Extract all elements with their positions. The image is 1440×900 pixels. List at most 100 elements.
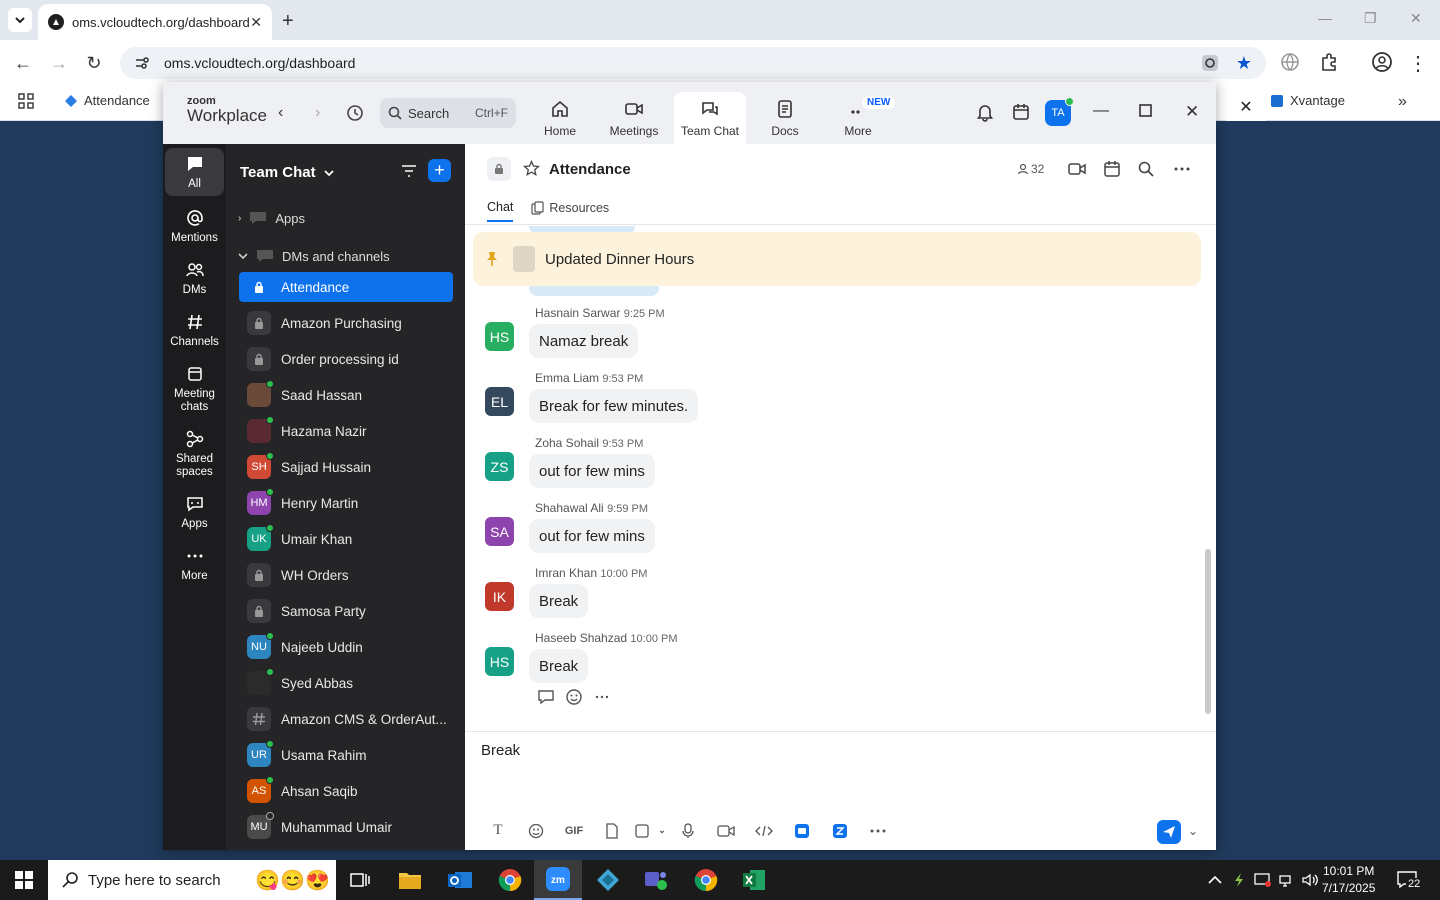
nav-meetings[interactable]: Meetings <box>598 92 670 144</box>
back-arrow-icon[interactable]: ‹ <box>278 104 283 122</box>
gif-button[interactable]: GIF <box>555 825 593 837</box>
lens-icon[interactable] <box>1200 53 1220 73</box>
screenshot-icon[interactable]: ⌄ <box>631 823 669 839</box>
star-icon[interactable] <box>523 160 540 177</box>
chat-list-item[interactable]: Samosa Party <box>239 596 453 626</box>
chat-list-item[interactable]: UR Usama Rahim <box>239 740 453 770</box>
rail-apps[interactable]: Apps <box>165 488 224 531</box>
calendar-icon[interactable] <box>1011 102 1031 122</box>
member-count[interactable]: 32 <box>1017 162 1044 176</box>
message-scrollbar[interactable] <box>1205 549 1211 714</box>
more-options-icon[interactable] <box>1173 160 1191 178</box>
excel-icon[interactable] <box>730 860 778 900</box>
extensions-icon[interactable] <box>1318 51 1340 73</box>
sender-avatar[interactable]: EL <box>485 387 514 416</box>
chat-list-item[interactable]: SH Sajjad Hussain <box>239 452 453 482</box>
chat-list-item[interactable]: WH Orders <box>239 560 453 590</box>
zoom-search-input[interactable]: Search Ctrl+F <box>380 98 516 128</box>
forward-button[interactable]: → <box>48 52 70 74</box>
chrome-icon[interactable] <box>486 860 534 900</box>
chat-list-item[interactable]: Saad Hassan <box>239 380 453 410</box>
emoji-reaction-icon[interactable] <box>565 688 583 706</box>
teams-icon[interactable] <box>632 860 680 900</box>
chat-list-item[interactable]: Syed Abbas <box>239 668 453 698</box>
close-tab-icon[interactable]: ✕ <box>250 14 262 31</box>
new-chat-button[interactable]: + <box>428 159 451 182</box>
rail-all[interactable]: All <box>165 148 224 196</box>
rail-meeting-chats[interactable]: Meeting chats <box>165 358 224 414</box>
nav-docs[interactable]: Docs <box>749 92 821 144</box>
sender-avatar[interactable]: HS <box>485 647 514 676</box>
browser-tab[interactable]: oms.vcloudtech.org/dashboard ✕ <box>38 4 272 40</box>
chat-list-item[interactable]: AS Ahsan Saqib <box>239 776 453 806</box>
task-view-icon[interactable] <box>336 860 384 900</box>
taskbar-search-input[interactable]: Type here to search 😋😊😍 <box>48 860 336 900</box>
search-icon[interactable] <box>1137 160 1155 178</box>
calendar-icon[interactable] <box>1103 160 1121 178</box>
chat-list-item[interactable]: HM Henry Martin <box>239 488 453 518</box>
filter-icon[interactable] <box>400 162 418 180</box>
more-tools-icon[interactable] <box>859 828 897 834</box>
send-button[interactable] <box>1157 820 1181 844</box>
message-bubble[interactable]: out for few mins <box>529 519 655 553</box>
app-integration-icon[interactable] <box>783 823 821 839</box>
chat-list-item[interactable]: Attendance <box>239 272 453 302</box>
address-bar[interactable]: oms.vcloudtech.org/dashboard ★ <box>120 47 1266 79</box>
apps-group-header[interactable]: › Apps <box>238 210 305 226</box>
chat-list-item[interactable]: NU Najeeb Uddin <box>239 632 453 662</box>
chat-list-item[interactable]: Hazama Nazir <box>239 416 453 446</box>
pinned-message[interactable]: Updated Dinner Hours <box>473 232 1201 286</box>
video-call-icon[interactable] <box>1068 160 1086 178</box>
minimize-window-button[interactable]: — <box>1318 10 1332 26</box>
nav-team-chat[interactable]: Team Chat <box>674 92 746 144</box>
translate-icon[interactable] <box>1279 51 1301 73</box>
tab-search-button[interactable] <box>8 8 32 32</box>
message-bubble[interactable]: Break <box>529 649 589 683</box>
tray-chevron-icon[interactable] <box>1208 860 1222 900</box>
popup-close-icon[interactable]: ✕ <box>1226 93 1266 121</box>
code-snippet-icon[interactable] <box>745 824 783 838</box>
format-text-icon[interactable]: T <box>479 822 517 839</box>
nav-home[interactable]: Home <box>524 92 596 144</box>
rail-dms[interactable]: DMs <box>165 254 224 297</box>
message-bubble[interactable]: Break <box>529 584 589 618</box>
rail-shared-spaces[interactable]: Shared spaces <box>165 423 224 479</box>
app-diamond-icon[interactable] <box>584 860 632 900</box>
microphone-icon[interactable] <box>669 822 707 839</box>
message-bubble[interactable]: Namaz break <box>529 324 639 358</box>
more-actions-icon[interactable] <box>593 688 611 706</box>
rail-mentions[interactable]: Mentions <box>165 202 224 245</box>
user-avatar[interactable]: TA <box>1045 97 1074 126</box>
profile-icon[interactable] <box>1371 51 1393 73</box>
system-clock[interactable]: 10:01 PM 7/17/2025 <box>1322 863 1375 897</box>
nav-more[interactable]: NEW More <box>822 92 896 144</box>
reply-icon[interactable] <box>537 688 555 706</box>
apps-grid-icon[interactable] <box>18 93 34 109</box>
notifications-bell-icon[interactable] <box>975 102 995 122</box>
history-icon[interactable] <box>345 103 365 123</box>
network-icon[interactable] <box>1278 860 1296 900</box>
tray-app-icon[interactable] <box>1232 860 1246 900</box>
volume-icon[interactable] <box>1301 860 1319 900</box>
windows-start-icon[interactable] <box>15 871 33 889</box>
video-message-icon[interactable] <box>707 824 745 838</box>
rail-more[interactable]: More <box>165 540 224 583</box>
team-chat-header[interactable]: Team Chat <box>240 164 334 181</box>
dms-group-header[interactable]: DMs and channels <box>238 248 390 264</box>
outlook-icon[interactable] <box>436 860 484 900</box>
app-integration-icon[interactable] <box>821 823 859 839</box>
more-bookmarks-icon[interactable]: » <box>1398 93 1407 111</box>
sender-avatar[interactable]: HS <box>485 322 514 351</box>
sender-avatar[interactable]: IK <box>485 582 514 611</box>
message-bubble[interactable]: Break for few minutes. <box>529 389 699 423</box>
bookmark-xvantage[interactable]: Xvantage <box>1270 93 1345 108</box>
zoom-taskbar-icon[interactable]: zm <box>534 860 582 900</box>
send-options-chevron-icon[interactable]: ⌄ <box>1188 824 1198 838</box>
sender-avatar[interactable]: SA <box>485 517 514 546</box>
chat-list-item[interactable]: MU Muhammad Umair <box>239 812 453 842</box>
browser-menu-icon[interactable]: ⋮ <box>1408 51 1428 76</box>
tray-network-alert-icon[interactable] <box>1254 860 1272 900</box>
chat-list-item[interactable]: Order processing id <box>239 344 453 374</box>
zoom-minimize-button[interactable]: — <box>1093 102 1109 120</box>
emoji-icon[interactable] <box>517 823 555 839</box>
